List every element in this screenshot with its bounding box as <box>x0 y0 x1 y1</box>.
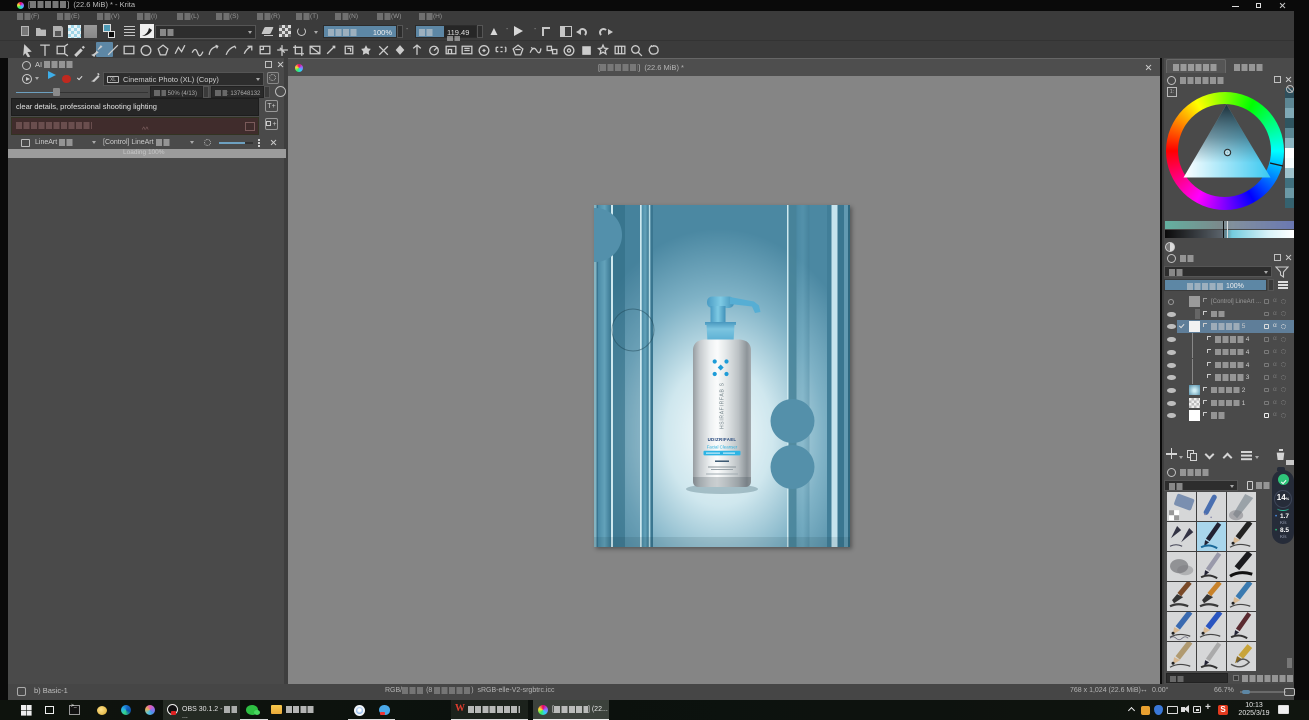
svg-text:UDIZRIFAEL: UDIZRIFAEL <box>708 437 737 442</box>
svg-text:Facial Cleanser: Facial Cleanser <box>707 445 738 450</box>
svg-text:HSIRAFIRFAB S: HSIRAFIRFAB S <box>720 382 726 429</box>
